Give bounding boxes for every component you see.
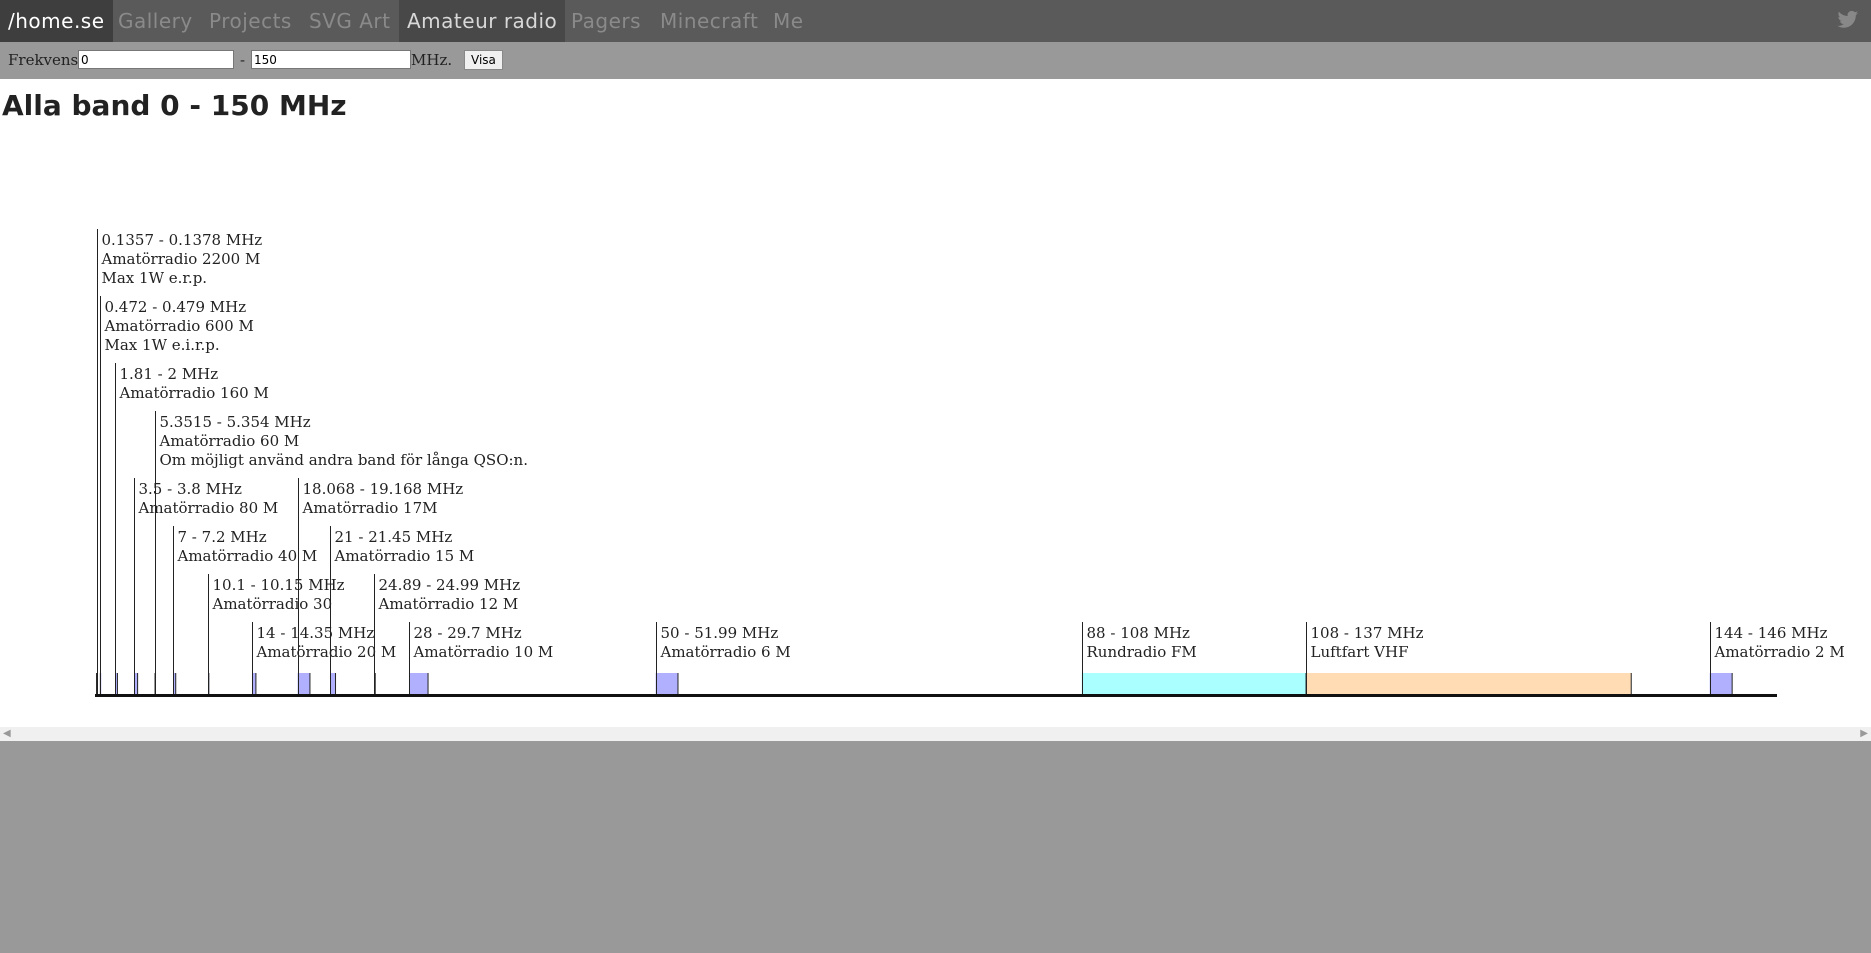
band-description-label: Luftfart VHF xyxy=(1311,643,1409,661)
frequency-dash: - xyxy=(240,51,246,69)
band-chart: 0.1357 - 0.1378 MHzAmatörradio 2200 MMax… xyxy=(95,229,1845,697)
frequency-unit: MHz. xyxy=(411,51,453,69)
band-frequency-label: 7 - 7.2 MHz xyxy=(178,528,267,546)
band-description-label: Amatörradio 2200 M xyxy=(101,250,261,268)
band-description-label: Amatörradio 80 M xyxy=(138,499,279,517)
band-frequency-label: 24.89 - 24.99 MHz xyxy=(379,576,521,594)
band-frequency-label: 18.068 - 19.168 MHz xyxy=(303,480,464,498)
band-bar xyxy=(1306,673,1632,694)
band-frequency-label: 3.5 - 3.8 MHz xyxy=(139,480,243,498)
band-description-label: Amatörradio 10 M xyxy=(413,643,554,661)
nav-me-link[interactable]: Me xyxy=(765,0,812,42)
band-bar xyxy=(297,673,310,694)
band-frequency-label: 21 - 21.45 MHz xyxy=(335,528,453,546)
band-description-label: Amatörradio 6 M xyxy=(660,643,791,661)
show-button[interactable]: Visa xyxy=(464,50,503,70)
band-description-label: Max 1W e.i.r.p. xyxy=(105,336,220,354)
band-description-label: Amatörradio 15 M xyxy=(334,547,475,565)
horizontal-scrollbar[interactable]: ◀ ▶ xyxy=(0,727,1871,741)
scroll-right-arrow-icon[interactable]: ▶ xyxy=(1860,728,1868,739)
band-description-label: Max 1W e.r.p. xyxy=(102,269,208,287)
frequency-form: Frekvens: - MHz. Visa xyxy=(0,42,1871,79)
main-content: Alla band 0 - 150 MHz 0.1357 - 0.1378 MH… xyxy=(0,79,1871,727)
frequency-from-input[interactable] xyxy=(78,50,234,69)
band-bar xyxy=(330,673,336,694)
band-description-label: Amatörradio 20 M xyxy=(256,643,397,661)
band-frequency-label: 10.1 - 10.15 MHz xyxy=(213,576,345,594)
band-bar xyxy=(1081,673,1307,694)
band-description-label: Amatörradio 30 xyxy=(212,595,333,613)
band-frequency-label: 1.81 - 2 MHz xyxy=(120,365,219,383)
band-description-label: Amatörradio 160 M xyxy=(119,384,269,402)
band-frequency-label: 144 - 146 MHz xyxy=(1715,624,1828,642)
band-description-label: Amatörradio 600 M xyxy=(104,317,254,335)
band-bar xyxy=(655,673,678,694)
band-frequency-label: 28 - 29.7 MHz xyxy=(414,624,522,642)
band-description-label: Amatörradio 17M xyxy=(302,499,438,517)
band-frequency-label: 0.472 - 0.479 MHz xyxy=(105,298,247,316)
band-frequency-label: 108 - 137 MHz xyxy=(1311,624,1424,642)
nav-gallery-link[interactable]: Gallery xyxy=(110,0,201,42)
band-description-label: Amatörradio 40 M xyxy=(177,547,318,565)
scroll-left-arrow-icon[interactable]: ◀ xyxy=(3,728,11,739)
band-frequency-label: 88 - 108 MHz xyxy=(1087,624,1191,642)
nav-minecraft-link[interactable]: Minecraft xyxy=(652,0,766,42)
twitter-icon[interactable] xyxy=(1837,10,1859,35)
band-description-label: Amatörradio 60 M xyxy=(159,432,300,450)
nav-projects-link[interactable]: Projects xyxy=(201,0,300,42)
frequency-to-input[interactable] xyxy=(251,50,411,69)
nav-svg-art-link[interactable]: SVG Art xyxy=(301,0,398,42)
band-bar xyxy=(408,673,429,694)
band-frequency-label: 50 - 51.99 MHz xyxy=(661,624,779,642)
band-frequency-label: 14 - 14.35 MHz xyxy=(257,624,375,642)
band-frequency-label: 5.3515 - 5.354 MHz xyxy=(160,413,311,431)
band-bar xyxy=(1709,673,1733,694)
band-description-label: Om möjligt använd andra band för långa Q… xyxy=(160,451,529,469)
nav-amateur-radio-link[interactable]: Amateur radio xyxy=(399,0,566,42)
frequency-label: Frekvens: xyxy=(8,51,84,69)
band-frequency-label: 0.1357 - 0.1378 MHz xyxy=(102,231,263,249)
band-description-label: Amatörradio 2 M xyxy=(1714,643,1845,661)
band-description-label: Rundradio FM xyxy=(1087,643,1197,661)
band-description-label: Amatörradio 12 M xyxy=(378,595,519,613)
top-navigation: /home.se Gallery Projects SVG Art Amateu… xyxy=(0,0,1871,42)
nav-pagers-link[interactable]: Pagers xyxy=(563,0,649,42)
nav-home-link[interactable]: /home.se xyxy=(0,0,113,42)
